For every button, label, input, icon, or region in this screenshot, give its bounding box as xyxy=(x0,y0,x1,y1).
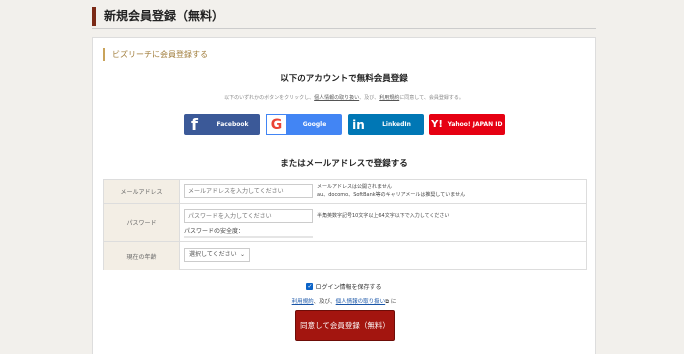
terms-agreement: 利用規約、及び、個人情報の取り扱い⧉ に xyxy=(93,297,595,306)
sns-description-text: に同意して、会員登録する。 xyxy=(399,95,464,101)
password-strength-bar xyxy=(184,236,313,238)
linkedin-label: LinkedIn xyxy=(382,121,411,128)
email-note-carrier: au、docomo、SoftBank等のキャリアメールは推奨していません xyxy=(317,192,466,198)
email-row: メールアドレス メールアドレスは公開されません au、docomo、SoftBa… xyxy=(104,180,586,204)
title-divider xyxy=(92,28,596,29)
age-label: 現在の年齢 xyxy=(104,242,180,270)
password-strength-label: パスワードの安全度： xyxy=(184,228,245,235)
password-input[interactable] xyxy=(184,209,313,223)
facebook-register-button[interactable]: f Facebook xyxy=(184,114,260,135)
password-note: 半角英数字記号10文字以上64文字以下で入力してください xyxy=(317,213,450,219)
facebook-label: Facebook xyxy=(216,121,249,128)
linkedin-register-button[interactable]: in LinkedIn xyxy=(348,114,424,135)
password-label: パスワード xyxy=(104,204,180,241)
email-section-title: またはメールアドレスで登録する xyxy=(280,159,408,169)
register-submit-button[interactable]: 同意して会員登録（無料） xyxy=(295,310,395,341)
age-select[interactable]: 選択してください ⌄ xyxy=(184,248,250,262)
facebook-icon: f xyxy=(191,115,198,134)
email-label: メールアドレス xyxy=(104,180,180,203)
sns-description: 以下のいずれかのボタンをクリックし、個人情報の取り扱い、及び、利用規約に同意して… xyxy=(93,94,595,101)
external-link-icon: ⧉ xyxy=(385,299,390,305)
email-input[interactable] xyxy=(184,184,313,198)
page-title: 新規会員登録（無料） xyxy=(92,7,224,26)
sns-section-title: 以下のアカウントで無料会員登録 xyxy=(280,74,408,84)
google-register-button[interactable]: G Google xyxy=(266,114,342,135)
yahoo-icon: Y! xyxy=(431,119,443,130)
google-icon: G xyxy=(266,114,287,135)
linkedin-icon: in xyxy=(352,117,365,132)
sns-description-text: 、及び、 xyxy=(359,95,380,101)
save-login-checkbox[interactable]: ✓ xyxy=(306,283,314,290)
registration-panel: ビズリーチに会員登録する 以下のアカウントで無料会員登録 以下のいずれかのボタン… xyxy=(92,37,596,354)
age-select-value: 選択してください xyxy=(189,251,237,258)
email-note-private: メールアドレスは公開されません xyxy=(317,184,392,190)
privacy-policy-link[interactable]: 個人情報の取り扱い xyxy=(314,95,359,101)
registration-form: メールアドレス メールアドレスは公開されません au、docomo、SoftBa… xyxy=(103,179,587,270)
save-login-label: ログイン情報を保存する xyxy=(315,284,382,291)
panel-heading: ビズリーチに会員登録する xyxy=(103,48,208,61)
sns-description-text: 以下のいずれかのボタンをクリックし、 xyxy=(224,95,315,101)
terms-sep: 、及び、 xyxy=(313,299,336,305)
save-login-option[interactable]: ✓ ログイン情報を保存する xyxy=(93,282,595,291)
privacy-link[interactable]: 個人情報の取り扱い xyxy=(336,299,386,305)
terms-of-use-link[interactable]: 利用規約 xyxy=(292,299,314,305)
yahoo-register-button[interactable]: Y! Yahoo! JAPAN ID xyxy=(429,114,505,135)
yahoo-label: Yahoo! JAPAN ID xyxy=(447,121,503,128)
chevron-down-icon: ⌄ xyxy=(239,251,245,258)
password-row: パスワード 半角英数字記号10文字以上64文字以下で入力してください パスワード… xyxy=(104,204,586,242)
age-row: 現在の年齢 選択してください ⌄ xyxy=(104,242,586,270)
email-note: メールアドレスは公開されません au、docomo、SoftBank等のキャリア… xyxy=(317,183,465,199)
google-label: Google xyxy=(302,121,327,128)
terms-suffix: に xyxy=(390,299,397,305)
terms-link[interactable]: 利用規約 xyxy=(379,95,399,101)
